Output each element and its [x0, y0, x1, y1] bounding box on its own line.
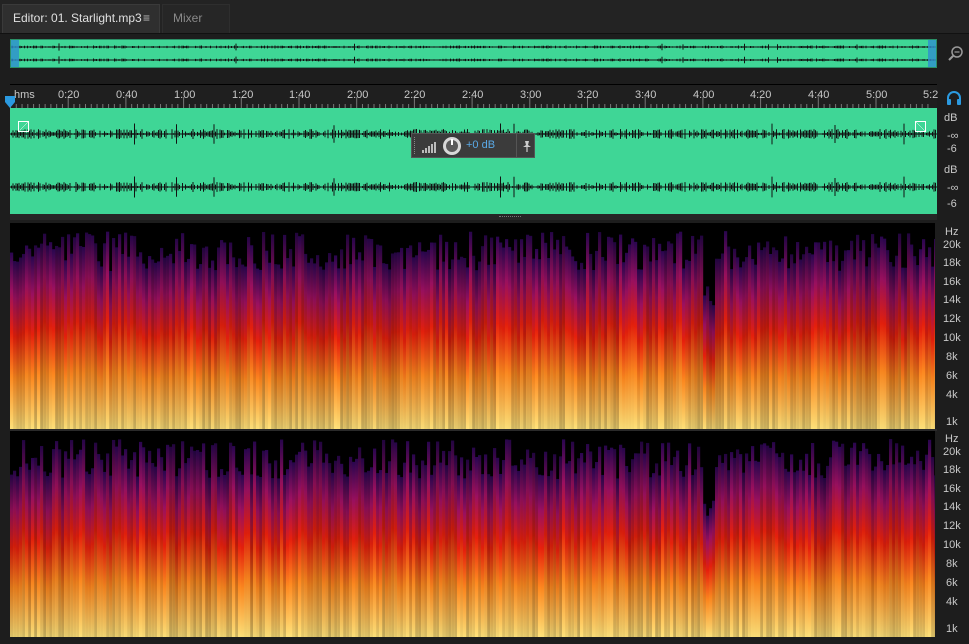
fade-out-handle[interactable] — [915, 121, 926, 132]
playhead-icon[interactable] — [5, 95, 15, 108]
divider-grip[interactable] — [499, 216, 521, 219]
tab-editor[interactable]: Editor: 01. Starlight.mp3 ≡ — [2, 4, 160, 33]
ruler-tick-label: 4:40 — [808, 89, 830, 101]
overview-waveform[interactable] — [10, 39, 937, 68]
tab-bar: Editor: 01. Starlight.mp3 ≡ Mixer — [0, 0, 969, 34]
spectral-display-channel-1[interactable] — [10, 223, 935, 429]
overview-right-handle[interactable] — [928, 40, 936, 67]
tab-editor-label: Editor: 01. Starlight.mp3 — [13, 11, 142, 25]
panel-divider[interactable] — [10, 214, 937, 220]
waveform-display[interactable] — [10, 108, 937, 214]
hz-scale-label: 1k — [946, 416, 958, 428]
hz-scale-label: 16k — [943, 276, 961, 288]
db-scale-label: -6 — [947, 143, 957, 155]
hz-unit-label: Hz — [945, 433, 959, 445]
ruler-tick-label: 1:20 — [232, 89, 254, 101]
ruler-tick-label: 3:20 — [577, 89, 599, 101]
hz-scale-label: 18k — [943, 257, 961, 269]
gain-hud[interactable]: +0 dB — [411, 133, 535, 158]
hz-scale-label: 6k — [946, 370, 958, 382]
db-scale-label: -∞ — [947, 130, 959, 142]
ruler-tick-label: 1:00 — [174, 89, 196, 101]
ruler-tick-label: 1:40 — [289, 89, 311, 101]
hz-scale-label: 18k — [943, 464, 961, 476]
hz-scale-label: 12k — [943, 313, 961, 325]
level-bars-icon — [422, 140, 438, 158]
ruler-tick-label: 4:20 — [750, 89, 772, 101]
ruler-tick-label: 0:40 — [116, 89, 138, 101]
hz-scale-label: 20k — [943, 446, 961, 458]
pin-icon[interactable] — [522, 139, 532, 157]
hz-scale-label: 20k — [943, 239, 961, 251]
hud-separator — [516, 134, 517, 157]
waveform-graphic — [10, 123, 937, 198]
hz-scale-label: 4k — [946, 596, 958, 608]
hz-scale-label: 8k — [946, 351, 958, 363]
ruler-tick-label: 0:20 — [58, 89, 80, 101]
hz-scale-label: 10k — [943, 539, 961, 551]
db-scale-label: -∞ — [947, 182, 959, 194]
ruler-tick-label: 3:40 — [635, 89, 657, 101]
hz-scale-label: 14k — [943, 501, 961, 513]
ruler-tick-label: 5:00 — [866, 89, 888, 101]
ruler-tick-label: 3:00 — [520, 89, 542, 101]
hz-scale-label: 16k — [943, 483, 961, 495]
spectrogram-graphic — [10, 231, 935, 429]
hz-unit-label: Hz — [945, 226, 959, 238]
gain-value[interactable]: +0 dB — [466, 139, 495, 151]
db-scale-label: -6 — [947, 198, 957, 210]
hz-scale-label: 4k — [946, 389, 958, 401]
hz-scale-label: 1k — [946, 623, 958, 635]
tab-mixer-label: Mixer — [173, 11, 203, 25]
hz-scale-label: 8k — [946, 558, 958, 570]
overview-waveform-graphic — [11, 43, 936, 64]
ruler-tick-label: 4:00 — [693, 89, 715, 101]
ruler-tick-label: 2:20 — [404, 89, 426, 101]
spectral-display-channel-2[interactable] — [10, 431, 935, 637]
spectrogram-graphic — [10, 439, 935, 637]
hz-scale-label: 10k — [943, 332, 961, 344]
db-scale-label: dB — [944, 164, 958, 176]
hud-drag-grip[interactable] — [414, 137, 419, 154]
hz-scale-label: 14k — [943, 294, 961, 306]
tab-mixer[interactable]: Mixer — [162, 4, 230, 33]
hz-scale-label: 6k — [946, 577, 958, 589]
headphones-icon[interactable] — [946, 90, 962, 106]
gain-knob-icon[interactable] — [442, 136, 462, 161]
db-scale-label: dB — [944, 112, 958, 124]
time-ruler[interactable]: hms 0:20 0:40 1:00 1:20 1:40 2:00 2:20 2… — [10, 84, 939, 109]
ruler-tick-label: 5:2 — [923, 89, 939, 101]
zoom-magnifier-icon[interactable] — [948, 44, 964, 62]
fade-in-handle[interactable] — [18, 121, 29, 132]
hz-scale-label: 12k — [943, 520, 961, 532]
ruler-tick-label: 2:00 — [347, 89, 369, 101]
overview-left-handle[interactable] — [11, 40, 19, 67]
tab-menu-icon[interactable]: ≡ — [143, 5, 150, 32]
ruler-tick-label: 2:40 — [462, 89, 484, 101]
